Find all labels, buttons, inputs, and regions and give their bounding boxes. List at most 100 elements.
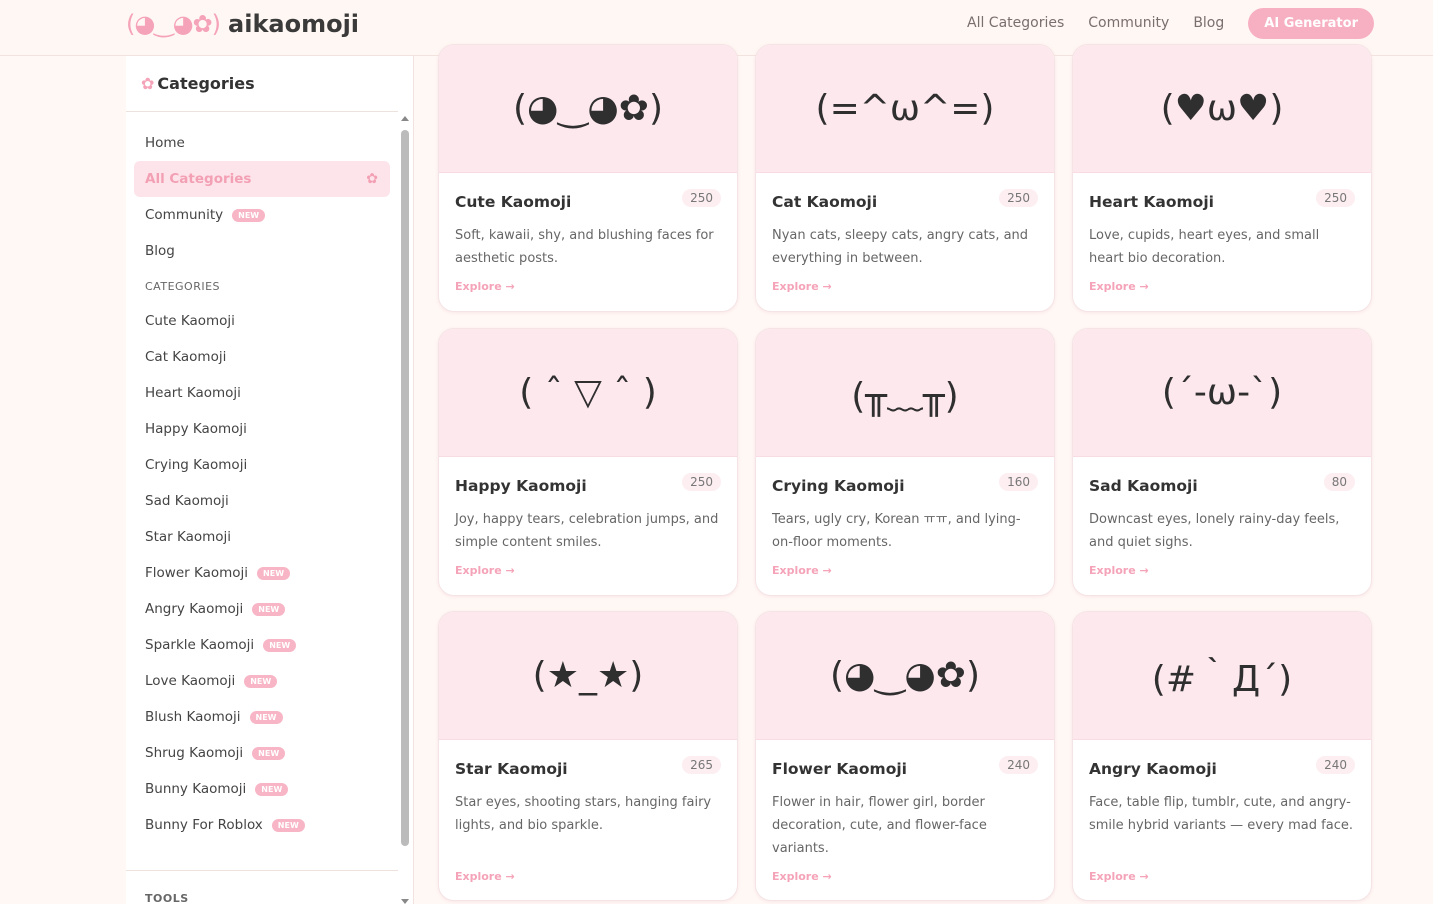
new-badge: NEW <box>263 638 297 652</box>
new-badge: NEW <box>257 566 291 580</box>
sidebar-item-label: Love Kaomoji <box>145 673 236 689</box>
scroll-down-arrow-icon[interactable] <box>401 899 409 904</box>
category-card-crying[interactable]: (╥﹏╥) Crying Kaomoji 160 Tears, ugly cry… <box>755 328 1055 596</box>
logo-kaomoji: (◕‿◕✿) <box>126 10 221 38</box>
card-preview: (♥ω♥) <box>1073 45 1371 173</box>
card-explore-link[interactable]: Explore → <box>1089 280 1149 293</box>
card-explore-link[interactable]: Explore → <box>1089 564 1149 577</box>
card-preview: (╥﹏╥) <box>756 329 1054 457</box>
category-card-flower[interactable]: (◕‿◕✿) Flower Kaomoji 240 Flower in hair… <box>755 611 1055 901</box>
card-preview: (´-ω-`) <box>1073 329 1371 457</box>
card-title: Sad Kaomoji <box>1089 477 1198 495</box>
new-badge: NEW <box>244 674 278 688</box>
sidebar-item-shrug[interactable]: Shrug Kaomoji NEW <box>134 735 390 771</box>
sidebar-item-crying[interactable]: Crying Kaomoji <box>134 447 390 483</box>
sidebar-item-community[interactable]: Community NEW <box>134 197 390 233</box>
sidebar-item-label: Heart Kaomoji <box>145 385 241 401</box>
card-body: Angry Kaomoji 240 Face, table flip, tumb… <box>1073 740 1371 837</box>
card-body: Sad Kaomoji 80 Downcast eyes, lonely rai… <box>1073 457 1371 554</box>
card-kaomoji: ( ˆ ▽ ˆ ) <box>519 372 657 413</box>
sidebar-item-all-categories[interactable]: All Categories ✿ <box>134 161 390 197</box>
card-body: Flower Kaomoji 240 Flower in hair, flowe… <box>756 740 1054 860</box>
card-kaomoji: (#｀Д´) <box>1151 658 1293 700</box>
card-preview: (◕‿◕✿) <box>756 612 1054 740</box>
nav-community[interactable]: Community <box>1088 15 1169 31</box>
card-count-badge: 160 <box>999 473 1038 491</box>
sidebar-item-label: Home <box>145 135 185 151</box>
sidebar-item-label: Blush Kaomoji <box>145 709 241 725</box>
card-title: Heart Kaomoji <box>1089 193 1214 211</box>
category-card-cat[interactable]: (=^ω^=) Cat Kaomoji 250 Nyan cats, sleep… <box>755 44 1055 312</box>
sidebar-item-heart[interactable]: Heart Kaomoji <box>134 375 390 411</box>
sidebar-item-sparkle[interactable]: Sparkle Kaomoji NEW <box>134 627 390 663</box>
card-explore-link[interactable]: Explore → <box>772 280 832 293</box>
new-badge: NEW <box>271 818 305 832</box>
sidebar-item-label: Shrug Kaomoji <box>145 745 244 761</box>
sidebar-item-label: Crying Kaomoji <box>145 457 248 473</box>
card-count-badge: 250 <box>682 473 721 491</box>
sidebar-item-label: Happy Kaomoji <box>145 421 247 437</box>
sidebar-item-cat[interactable]: Cat Kaomoji <box>134 339 390 375</box>
sidebar-item-label: Angry Kaomoji <box>145 601 244 617</box>
ai-generator-button[interactable]: AI Generator <box>1248 7 1374 39</box>
site-logo[interactable]: (◕‿◕✿) aikaomoji <box>126 6 359 42</box>
sidebar-item-sad[interactable]: Sad Kaomoji <box>134 483 390 519</box>
sidebar-title-label: Categories <box>157 74 255 93</box>
card-explore-link[interactable]: Explore → <box>455 564 515 577</box>
card-kaomoji: (★_★) <box>532 655 644 696</box>
card-description: Joy, happy tears, celebration jumps, and… <box>455 512 719 550</box>
card-kaomoji: (╥﹏╥) <box>851 375 959 417</box>
card-body: Crying Kaomoji 160 Tears, ugly cry, Kore… <box>756 457 1054 554</box>
nav-blog[interactable]: Blog <box>1193 15 1224 31</box>
card-explore-link[interactable]: Explore → <box>455 870 515 883</box>
card-explore-link[interactable]: Explore → <box>772 870 832 883</box>
sidebar-item-cute[interactable]: Cute Kaomoji <box>134 303 390 339</box>
card-explore-link[interactable]: Explore → <box>455 280 515 293</box>
logo-text: aikaomoji <box>228 10 360 38</box>
card-count-badge: 240 <box>999 756 1038 774</box>
category-card-sad[interactable]: (´-ω-`) Sad Kaomoji 80 Downcast eyes, lo… <box>1072 328 1372 596</box>
sidebar-item-angry[interactable]: Angry Kaomoji NEW <box>134 591 390 627</box>
card-kaomoji: (♥ω♥) <box>1160 88 1284 129</box>
card-title: Flower Kaomoji <box>772 760 907 778</box>
sidebar-item-blush[interactable]: Blush Kaomoji NEW <box>134 699 390 735</box>
category-card-star[interactable]: (★_★) Star Kaomoji 265 Star eyes, shooti… <box>438 611 738 901</box>
sidebar-item-blog[interactable]: Blog <box>134 233 390 269</box>
divider <box>126 870 398 871</box>
card-explore-link[interactable]: Explore → <box>1089 870 1149 883</box>
sidebar-scrollbar[interactable] <box>400 116 410 904</box>
card-preview: (◕‿◕✿) <box>439 45 737 173</box>
card-title: Angry Kaomoji <box>1089 760 1217 778</box>
card-preview: ( ˆ ▽ ˆ ) <box>439 329 737 457</box>
category-card-happy[interactable]: ( ˆ ▽ ˆ ) Happy Kaomoji 250 Joy, happy t… <box>438 328 738 596</box>
sidebar-item-label: Sparkle Kaomoji <box>145 637 255 653</box>
card-count-badge: 265 <box>682 756 721 774</box>
card-count-badge: 250 <box>999 189 1038 207</box>
sidebar-item-bunny[interactable]: Bunny Kaomoji NEW <box>134 771 390 807</box>
sidebar-item-love[interactable]: Love Kaomoji NEW <box>134 663 390 699</box>
card-title: Cat Kaomoji <box>772 193 878 211</box>
scroll-thumb[interactable] <box>401 130 409 846</box>
card-description: Star eyes, shooting stars, hanging fairy… <box>455 795 712 833</box>
sidebar-item-label: Star Kaomoji <box>145 529 232 545</box>
sidebar-item-label: All Categories <box>145 171 252 187</box>
card-preview: (★_★) <box>439 612 737 740</box>
sidebar-item-happy[interactable]: Happy Kaomoji <box>134 411 390 447</box>
card-explore-link[interactable]: Explore → <box>772 564 832 577</box>
card-body: Heart Kaomoji 250 Love, cupids, heart ey… <box>1073 173 1371 270</box>
sidebar-item-bunny-roblox[interactable]: Bunny For Roblox NEW <box>134 807 390 843</box>
sidebar-item-flower[interactable]: Flower Kaomoji NEW <box>134 555 390 591</box>
top-nav: All Categories Community Blog AI Generat… <box>967 7 1374 39</box>
card-description: Flower in hair, flower girl, border deco… <box>772 795 987 856</box>
sidebar-item-label: Cute Kaomoji <box>145 313 235 329</box>
category-card-heart[interactable]: (♥ω♥) Heart Kaomoji 250 Love, cupids, he… <box>1072 44 1372 312</box>
sidebar-item-home[interactable]: Home <box>134 125 390 161</box>
flower-icon: ✿ <box>366 171 378 187</box>
new-badge: NEW <box>232 208 266 222</box>
sidebar-item-star[interactable]: Star Kaomoji <box>134 519 390 555</box>
category-card-cute[interactable]: (◕‿◕✿) Cute Kaomoji 250 Soft, kawaii, sh… <box>438 44 738 312</box>
card-description: Tears, ugly cry, Korean ㅠㅠ, and lying-on… <box>772 512 1021 550</box>
scroll-up-arrow-icon[interactable] <box>401 116 409 121</box>
nav-all-categories[interactable]: All Categories <box>967 15 1064 31</box>
category-card-angry[interactable]: (#｀Д´) Angry Kaomoji 240 Face, table fli… <box>1072 611 1372 901</box>
